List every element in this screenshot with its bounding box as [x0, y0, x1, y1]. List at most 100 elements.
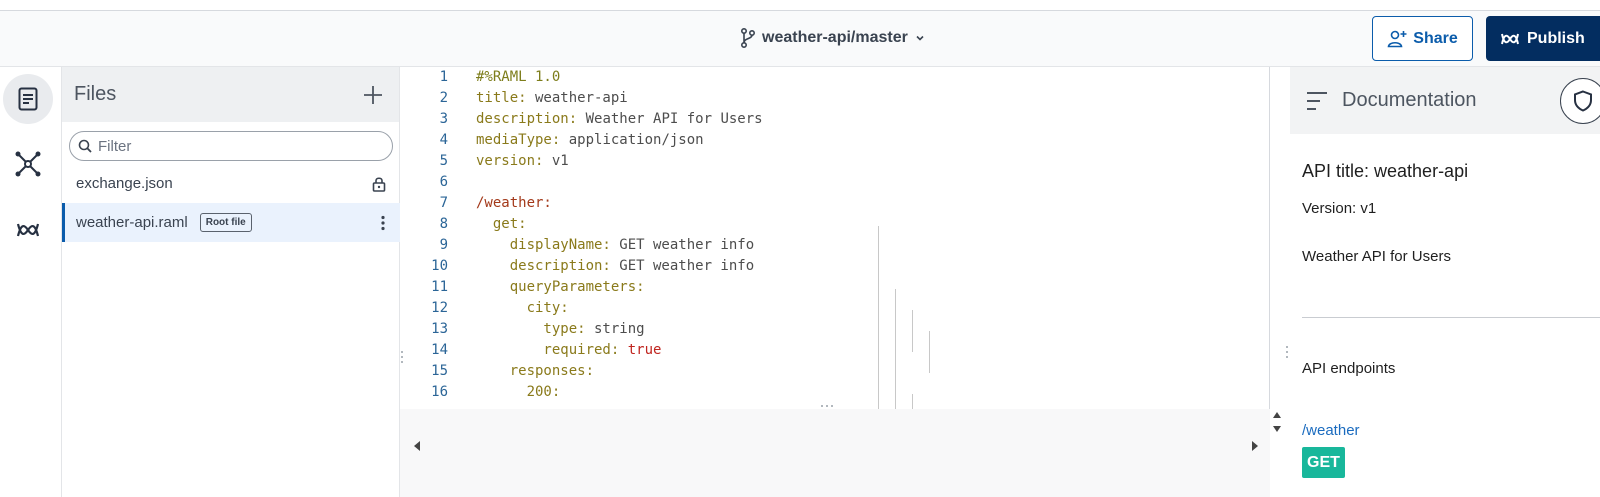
left-nav: [0, 67, 62, 497]
filter-input[interactable]: [98, 137, 378, 155]
governance-button[interactable]: [1560, 78, 1600, 124]
code-line[interactable]: 8 get:: [400, 214, 1260, 235]
code-text: title: weather-api: [476, 88, 628, 109]
exchange-logo-icon: [1501, 33, 1519, 44]
code-value: GET weather info: [610, 237, 755, 253]
share-label: Share: [1413, 29, 1458, 47]
file-item-exchange-json[interactable]: exchange.json: [62, 164, 400, 203]
code-value: string: [585, 321, 645, 337]
shield-icon: [1574, 90, 1592, 112]
code-line[interactable]: 4 mediaType: application/json: [400, 130, 1260, 151]
branch-icon: [741, 28, 756, 48]
scroll-down-icon[interactable]: [1272, 424, 1282, 434]
line-number: 3: [439, 111, 448, 127]
files-header: Files: [62, 67, 399, 122]
plus-icon: [364, 85, 382, 104]
nav-dependencies-button[interactable]: [3, 139, 53, 189]
drag-handle-icon: [401, 351, 403, 363]
file-name: exchange.json: [76, 175, 173, 192]
code-text: city:: [476, 298, 569, 319]
nav-files-button[interactable]: [3, 74, 53, 124]
branch-selector[interactable]: weather-api/master: [740, 25, 926, 51]
line-number: 1: [439, 69, 448, 85]
lock-icon: [372, 177, 386, 192]
code-value: Weather API for Users: [577, 111, 763, 127]
exchange-logo-icon: [16, 223, 40, 237]
code-key: version:: [476, 153, 544, 169]
code-line[interactable]: 11 queryParameters:: [400, 277, 1260, 298]
code-value: weather-api: [526, 90, 628, 106]
root-file-badge: Root file: [199, 213, 252, 232]
code-value: true: [619, 342, 662, 358]
code-text: mediaType: application/json: [476, 130, 704, 151]
nav-exchange-button[interactable]: [3, 205, 53, 255]
divider: [1302, 317, 1600, 318]
outline-menu-icon[interactable]: [1306, 91, 1328, 111]
code-text: 200:: [476, 382, 561, 403]
scroll-up-icon[interactable]: [1272, 410, 1282, 420]
add-user-icon: [1387, 30, 1407, 47]
code-key: type:: [476, 321, 586, 337]
share-button[interactable]: Share: [1372, 16, 1473, 61]
kebab-menu-icon[interactable]: [380, 215, 386, 231]
code-line[interactable]: 7/weather:: [400, 193, 1260, 214]
api-version: Version: v1: [1302, 200, 1377, 217]
code-key: required:: [476, 342, 620, 358]
api-description: Weather API for Users: [1302, 248, 1451, 265]
code-text: #%RAML 1.0: [476, 67, 560, 88]
publish-button[interactable]: Publish: [1486, 16, 1600, 61]
file-item-weather-api-raml[interactable]: weather-api.raml Root file: [62, 203, 400, 242]
code-line[interactable]: 16 200:: [400, 382, 1260, 403]
code-line[interactable]: 1 #%RAML 1.0: [400, 67, 1260, 88]
add-file-button[interactable]: [359, 81, 387, 109]
drag-handle-icon[interactable]: [820, 404, 834, 408]
code-text: displayName: GET weather info: [476, 235, 754, 256]
code-text: description: GET weather info: [476, 256, 754, 277]
line-number: 16: [431, 384, 448, 400]
code-key: queryParameters:: [476, 279, 645, 295]
branch-label: weather-api/master: [762, 29, 908, 46]
code-key: city:: [476, 300, 569, 316]
code-text: description: Weather API for Users: [476, 109, 763, 130]
code-text: version: v1: [476, 151, 569, 172]
code-key: title:: [476, 90, 527, 106]
code-key: get:: [476, 216, 527, 232]
code-value: GET weather info: [610, 258, 755, 274]
code-line[interactable]: 12 city:: [400, 298, 1260, 319]
file-name: weather-api.raml: [76, 214, 188, 231]
line-number: 12: [431, 300, 448, 316]
code-text: type: string: [476, 319, 645, 340]
code-line[interactable]: 3 description: Weather API for Users: [400, 109, 1260, 130]
line-number: 13: [431, 321, 448, 337]
method-badge-get[interactable]: GET: [1302, 447, 1345, 478]
code-text: get:: [476, 214, 527, 235]
code-line[interactable]: 10 description: GET weather info: [400, 256, 1260, 277]
line-number: 8: [439, 216, 448, 232]
code-line[interactable]: 6: [400, 172, 1260, 193]
filter-field[interactable]: [69, 131, 393, 161]
line-number: 4: [439, 132, 448, 148]
code-editor[interactable]: 1 #%RAML 1.0 2 title: weather-api 3 descripti…: [400, 67, 1270, 409]
documentation-header: Documentation: [1290, 67, 1600, 134]
code-key: displayName:: [476, 237, 611, 253]
code-line[interactable]: 5 version: v1: [400, 151, 1260, 172]
code-line[interactable]: 9 displayName: GET weather info: [400, 235, 1260, 256]
code-key: responses:: [476, 363, 595, 379]
scroll-right-icon[interactable]: [1250, 440, 1260, 452]
code-text: required: true: [476, 340, 661, 361]
code-key: description:: [476, 111, 578, 127]
search-icon: [78, 139, 92, 153]
scroll-left-icon[interactable]: [412, 440, 422, 452]
code-line[interactable]: 13 type: string: [400, 319, 1260, 340]
endpoint-link-weather[interactable]: /weather: [1302, 422, 1360, 439]
code-line[interactable]: 14 required: true: [400, 340, 1260, 361]
code-line[interactable]: 15 responses:: [400, 361, 1260, 382]
top-border: [0, 0, 1600, 11]
code-key: description:: [476, 258, 611, 274]
header-bar: weather-api/master Share Publish: [0, 11, 1600, 67]
documentation-title: Documentation: [1342, 89, 1477, 111]
code-line[interactable]: 2 title: weather-api: [400, 88, 1260, 109]
code-text: queryParameters:: [476, 277, 645, 298]
line-number: 11: [431, 279, 448, 295]
file-document-icon: [18, 87, 38, 111]
